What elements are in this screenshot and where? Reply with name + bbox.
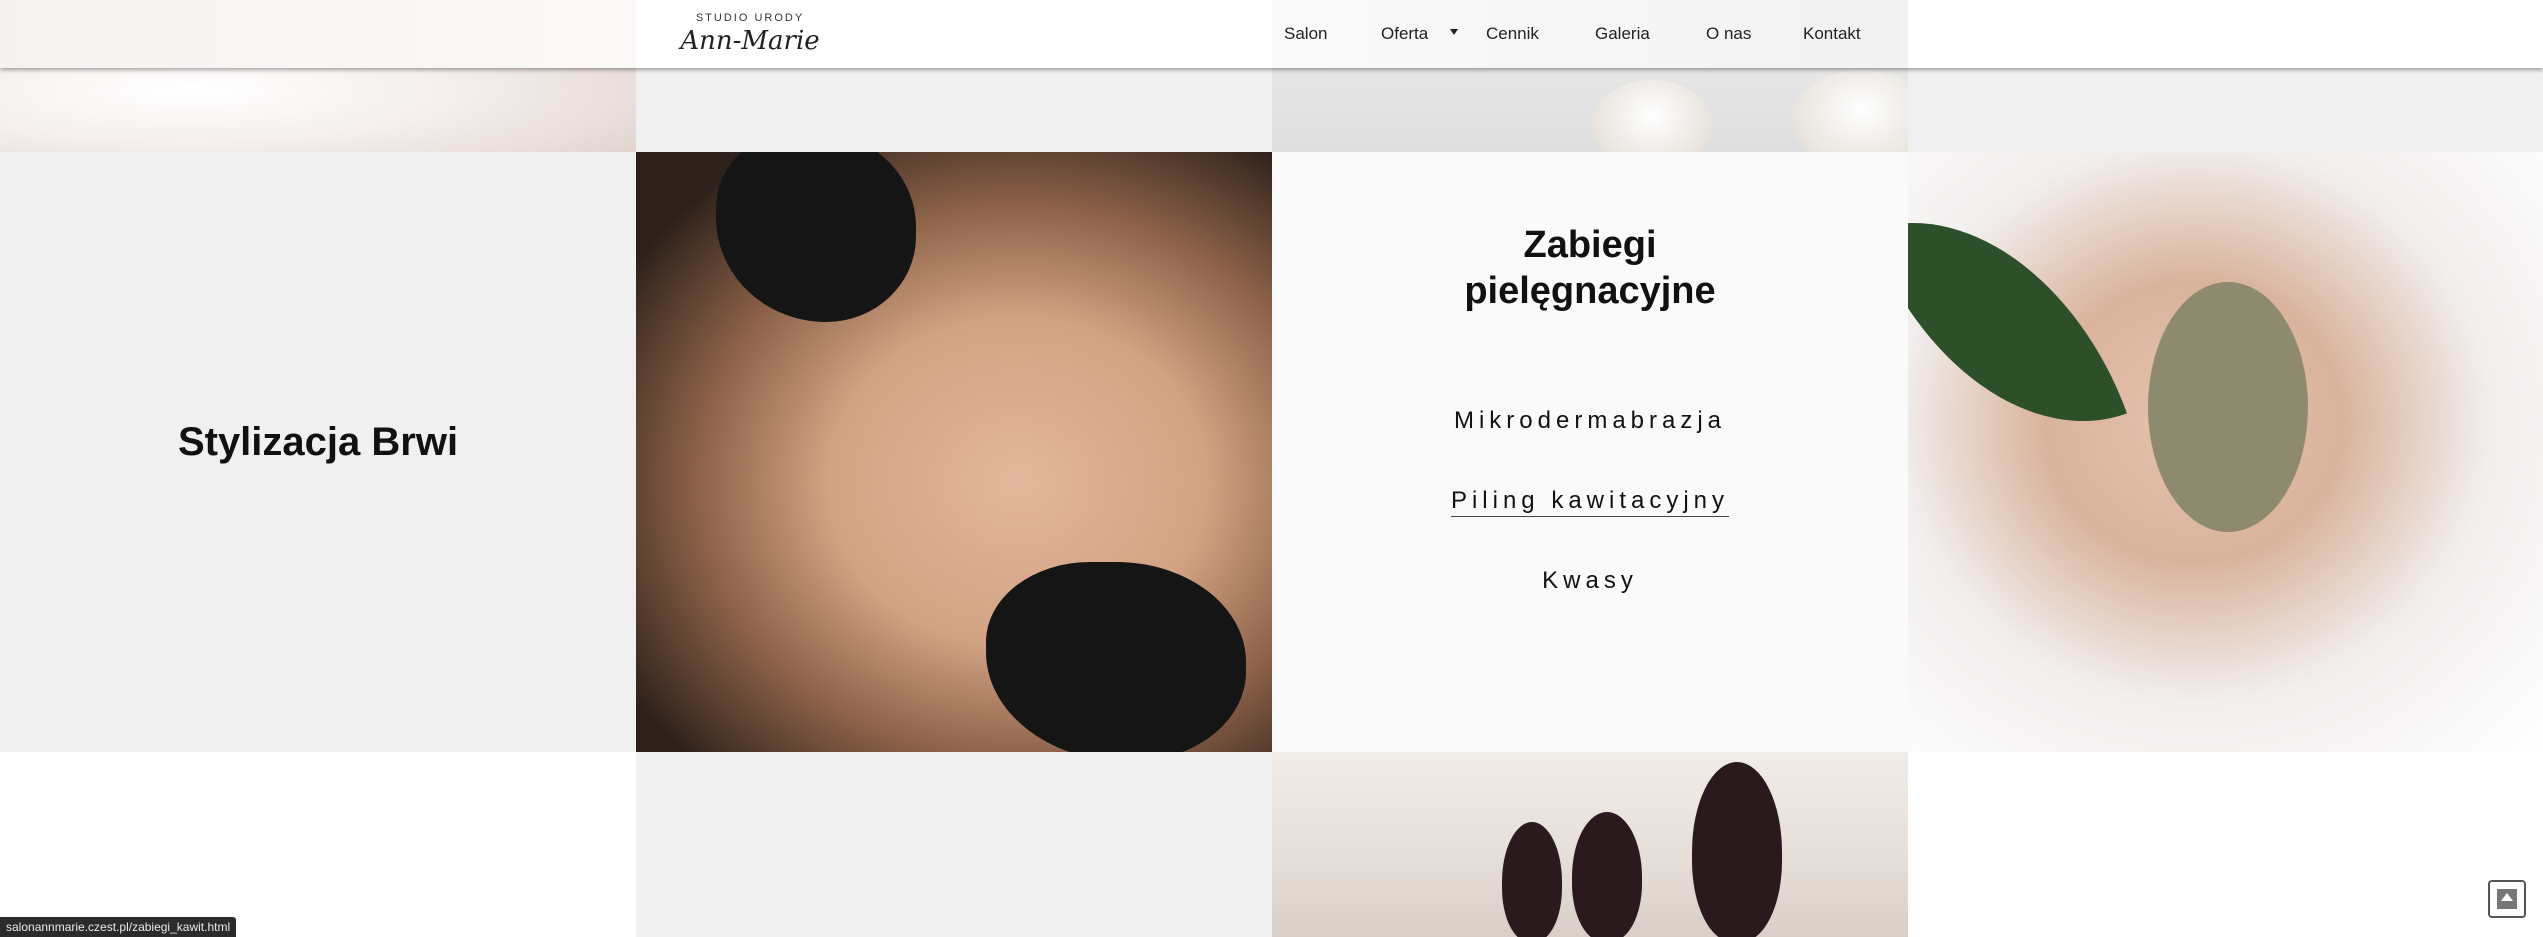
chevron-down-icon[interactable] [1450, 29, 1458, 35]
empty-cell [0, 752, 636, 937]
site-logo[interactable]: STUDIO URODY Ann-Marie [660, 12, 840, 60]
nav-kontakt[interactable]: Kontakt [1803, 24, 1861, 44]
nav-salon[interactable]: Salon [1284, 24, 1327, 44]
status-bar-url: salonannmarie.czest.pl/zabiegi_kawit.htm… [0, 917, 237, 937]
empty-cell [636, 752, 1272, 937]
brow-styling-title[interactable]: Stylizacja Brwi [0, 420, 636, 465]
nav-galeria[interactable]: Galeria [1595, 24, 1650, 44]
site-header: STUDIO URODY Ann-Marie Salon Oferta Cenn… [0, 0, 2543, 68]
brow-treatment-photo [636, 152, 1272, 752]
treatment-link-mikrodermabrazja[interactable]: Mikrodermabrazja [1272, 407, 1908, 435]
nav-oferta[interactable]: Oferta [1381, 24, 1428, 44]
makeup-brushes-photo [1272, 752, 1908, 937]
brow-styling-tile[interactable]: Stylizacja Brwi [0, 152, 636, 752]
header-backdrop-left [0, 0, 636, 68]
empty-cell [1908, 752, 2543, 937]
scroll-to-top-icon [2497, 889, 2517, 909]
treatment-link-piling[interactable]: Piling kawitacyjny [1272, 487, 1908, 517]
scroll-to-top-button[interactable] [2488, 880, 2526, 918]
treatment-link-kwasy[interactable]: Kwasy [1272, 567, 1908, 595]
nav-cennik[interactable]: Cennik [1486, 24, 1539, 44]
logo-tagline: STUDIO URODY [695, 12, 805, 24]
care-treatments-title: Zabiegi pielęgnacyjne [1464, 224, 1716, 312]
face-mask-photo [1908, 152, 2543, 752]
nav-o-nas[interactable]: O nas [1706, 24, 1751, 44]
logo-name: Ann-Marie [680, 26, 820, 56]
